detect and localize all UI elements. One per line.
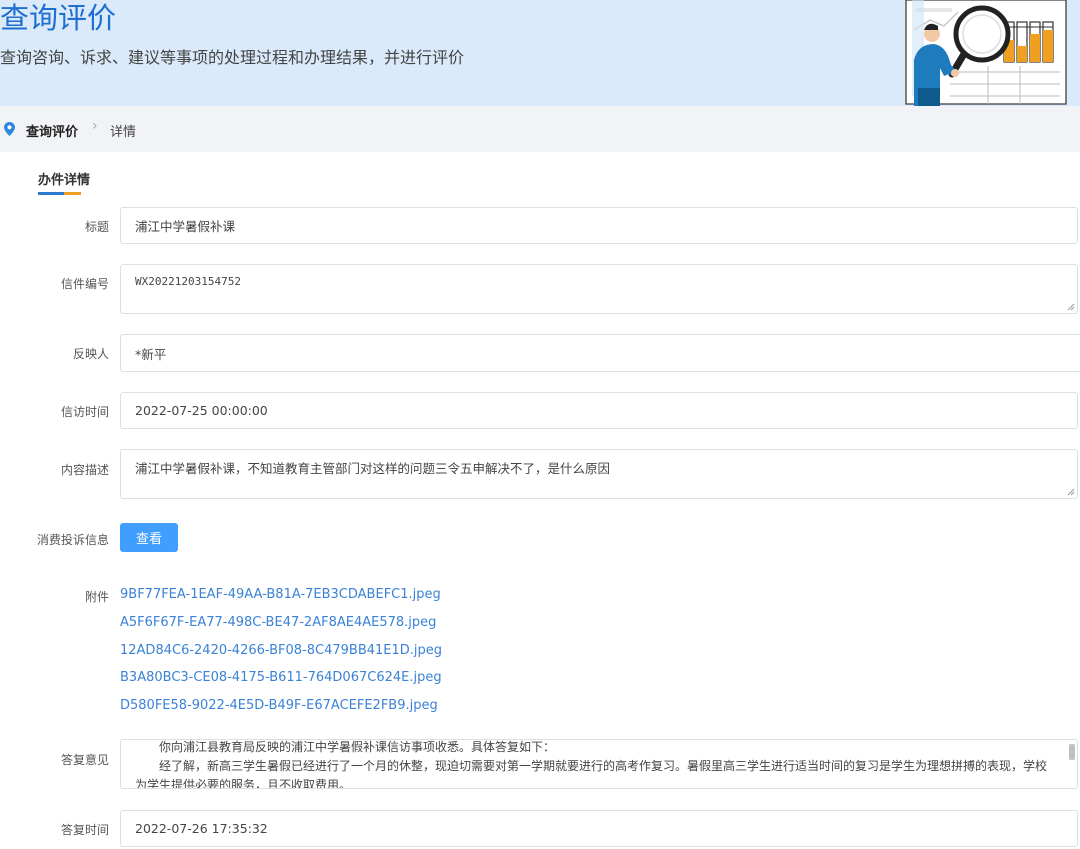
reporter-label: 反映人 xyxy=(72,347,109,361)
content-label: 内容描述 xyxy=(60,463,109,477)
visit-time-value: 2022-07-25 00:00:00 xyxy=(135,403,268,418)
page-subtitle: 查询咨询、诉求、建议等事项的处理过程和办理结果，并进行评价 xyxy=(0,48,465,67)
title-value: 浦江中学暑假补课 xyxy=(135,219,236,234)
breadcrumb-item-detail: 详情 xyxy=(110,125,137,140)
attachment-link[interactable]: B3A80BC3-CE08-4175-B611-764D067C624E.jpe… xyxy=(120,670,442,685)
attachment-link[interactable]: D580FE58-9022-4E5D-B49F-E67ACEFE2FB9.jpe… xyxy=(120,698,438,713)
content-value: 浦江中学暑假补课，不知道教育主管部门对这样的问题三令五申解决不了，是什么原因 xyxy=(135,461,611,476)
title-label: 标题 xyxy=(84,220,109,234)
location-pin-icon xyxy=(4,122,15,136)
reply-textarea[interactable]: 你向浦江县教育局反映的浦江中学暑假补课信访事项收悉。具体答复如下： 经了解，新高… xyxy=(120,739,1078,789)
resize-grip-icon[interactable] xyxy=(1067,488,1075,496)
breadcrumb xyxy=(0,106,1080,152)
attachments-label: 附件 xyxy=(84,590,109,604)
view-complaint-button[interactable]: 查看 xyxy=(120,523,178,552)
attachment-link[interactable]: A5F6F67F-EA77-498C-BE47-2AF8AE4AE578.jpe… xyxy=(120,615,436,630)
letter-no-label: 信件编号 xyxy=(60,277,109,291)
breadcrumb-item-query[interactable]: 查询评价 xyxy=(26,121,78,140)
page-banner: 查询评价 查询咨询、诉求、建议等事项的处理过程和办理结果，并进行评价 xyxy=(0,0,1080,106)
resize-grip-icon[interactable] xyxy=(1067,303,1075,311)
content-field[interactable]: 浦江中学暑假补课，不知道教育主管部门对这样的问题三令五申解决不了，是什么原因 xyxy=(120,449,1078,499)
reporter-value: *新平 xyxy=(135,346,167,362)
letter-no-field[interactable]: WX20221203154752 xyxy=(120,264,1078,314)
letter-no-value: WX20221203154752 xyxy=(135,275,241,288)
complaint-label: 消费投诉信息 xyxy=(36,533,109,547)
reply-line: 经了解，新高三学生暑假已经进行了一个月的休整，现迫切需要对第一学期就要进行的高考… xyxy=(135,759,1048,789)
reporter-field[interactable]: *新平 xyxy=(120,334,1080,372)
reply-scrollbar[interactable] xyxy=(1069,742,1075,786)
reply-time-label: 答复时间 xyxy=(60,823,109,837)
reply-time-value: 2022-07-26 17:35:32 xyxy=(135,821,268,836)
visit-time-label: 信访时间 xyxy=(60,405,109,419)
title-field[interactable]: 浦江中学暑假补课 xyxy=(120,207,1078,244)
page-title: 查询评价 xyxy=(0,1,117,35)
attachment-link[interactable]: 9BF77FEA-1EAF-49AA-B81A-7EB3CDABEFC1.jpe… xyxy=(120,587,441,602)
scrollbar-thumb[interactable] xyxy=(1069,744,1075,760)
reply-line: 你向浦江县教育局反映的浦江中学暑假补课信访事项收悉。具体答复如下： xyxy=(159,740,556,754)
section-underline xyxy=(38,192,81,195)
section-title: 办件详情 xyxy=(38,173,91,188)
reply-time-field[interactable]: 2022-07-26 17:35:32 xyxy=(120,810,1078,847)
chevron-right-icon: › xyxy=(92,118,98,134)
attachment-link[interactable]: 12AD84C6-2420-4266-BF08-8C479BB41E1D.jpe… xyxy=(120,643,442,658)
reply-label: 答复意见 xyxy=(60,753,109,767)
magnifier-illustration xyxy=(905,0,1067,106)
visit-time-field[interactable]: 2022-07-25 00:00:00 xyxy=(120,392,1078,429)
